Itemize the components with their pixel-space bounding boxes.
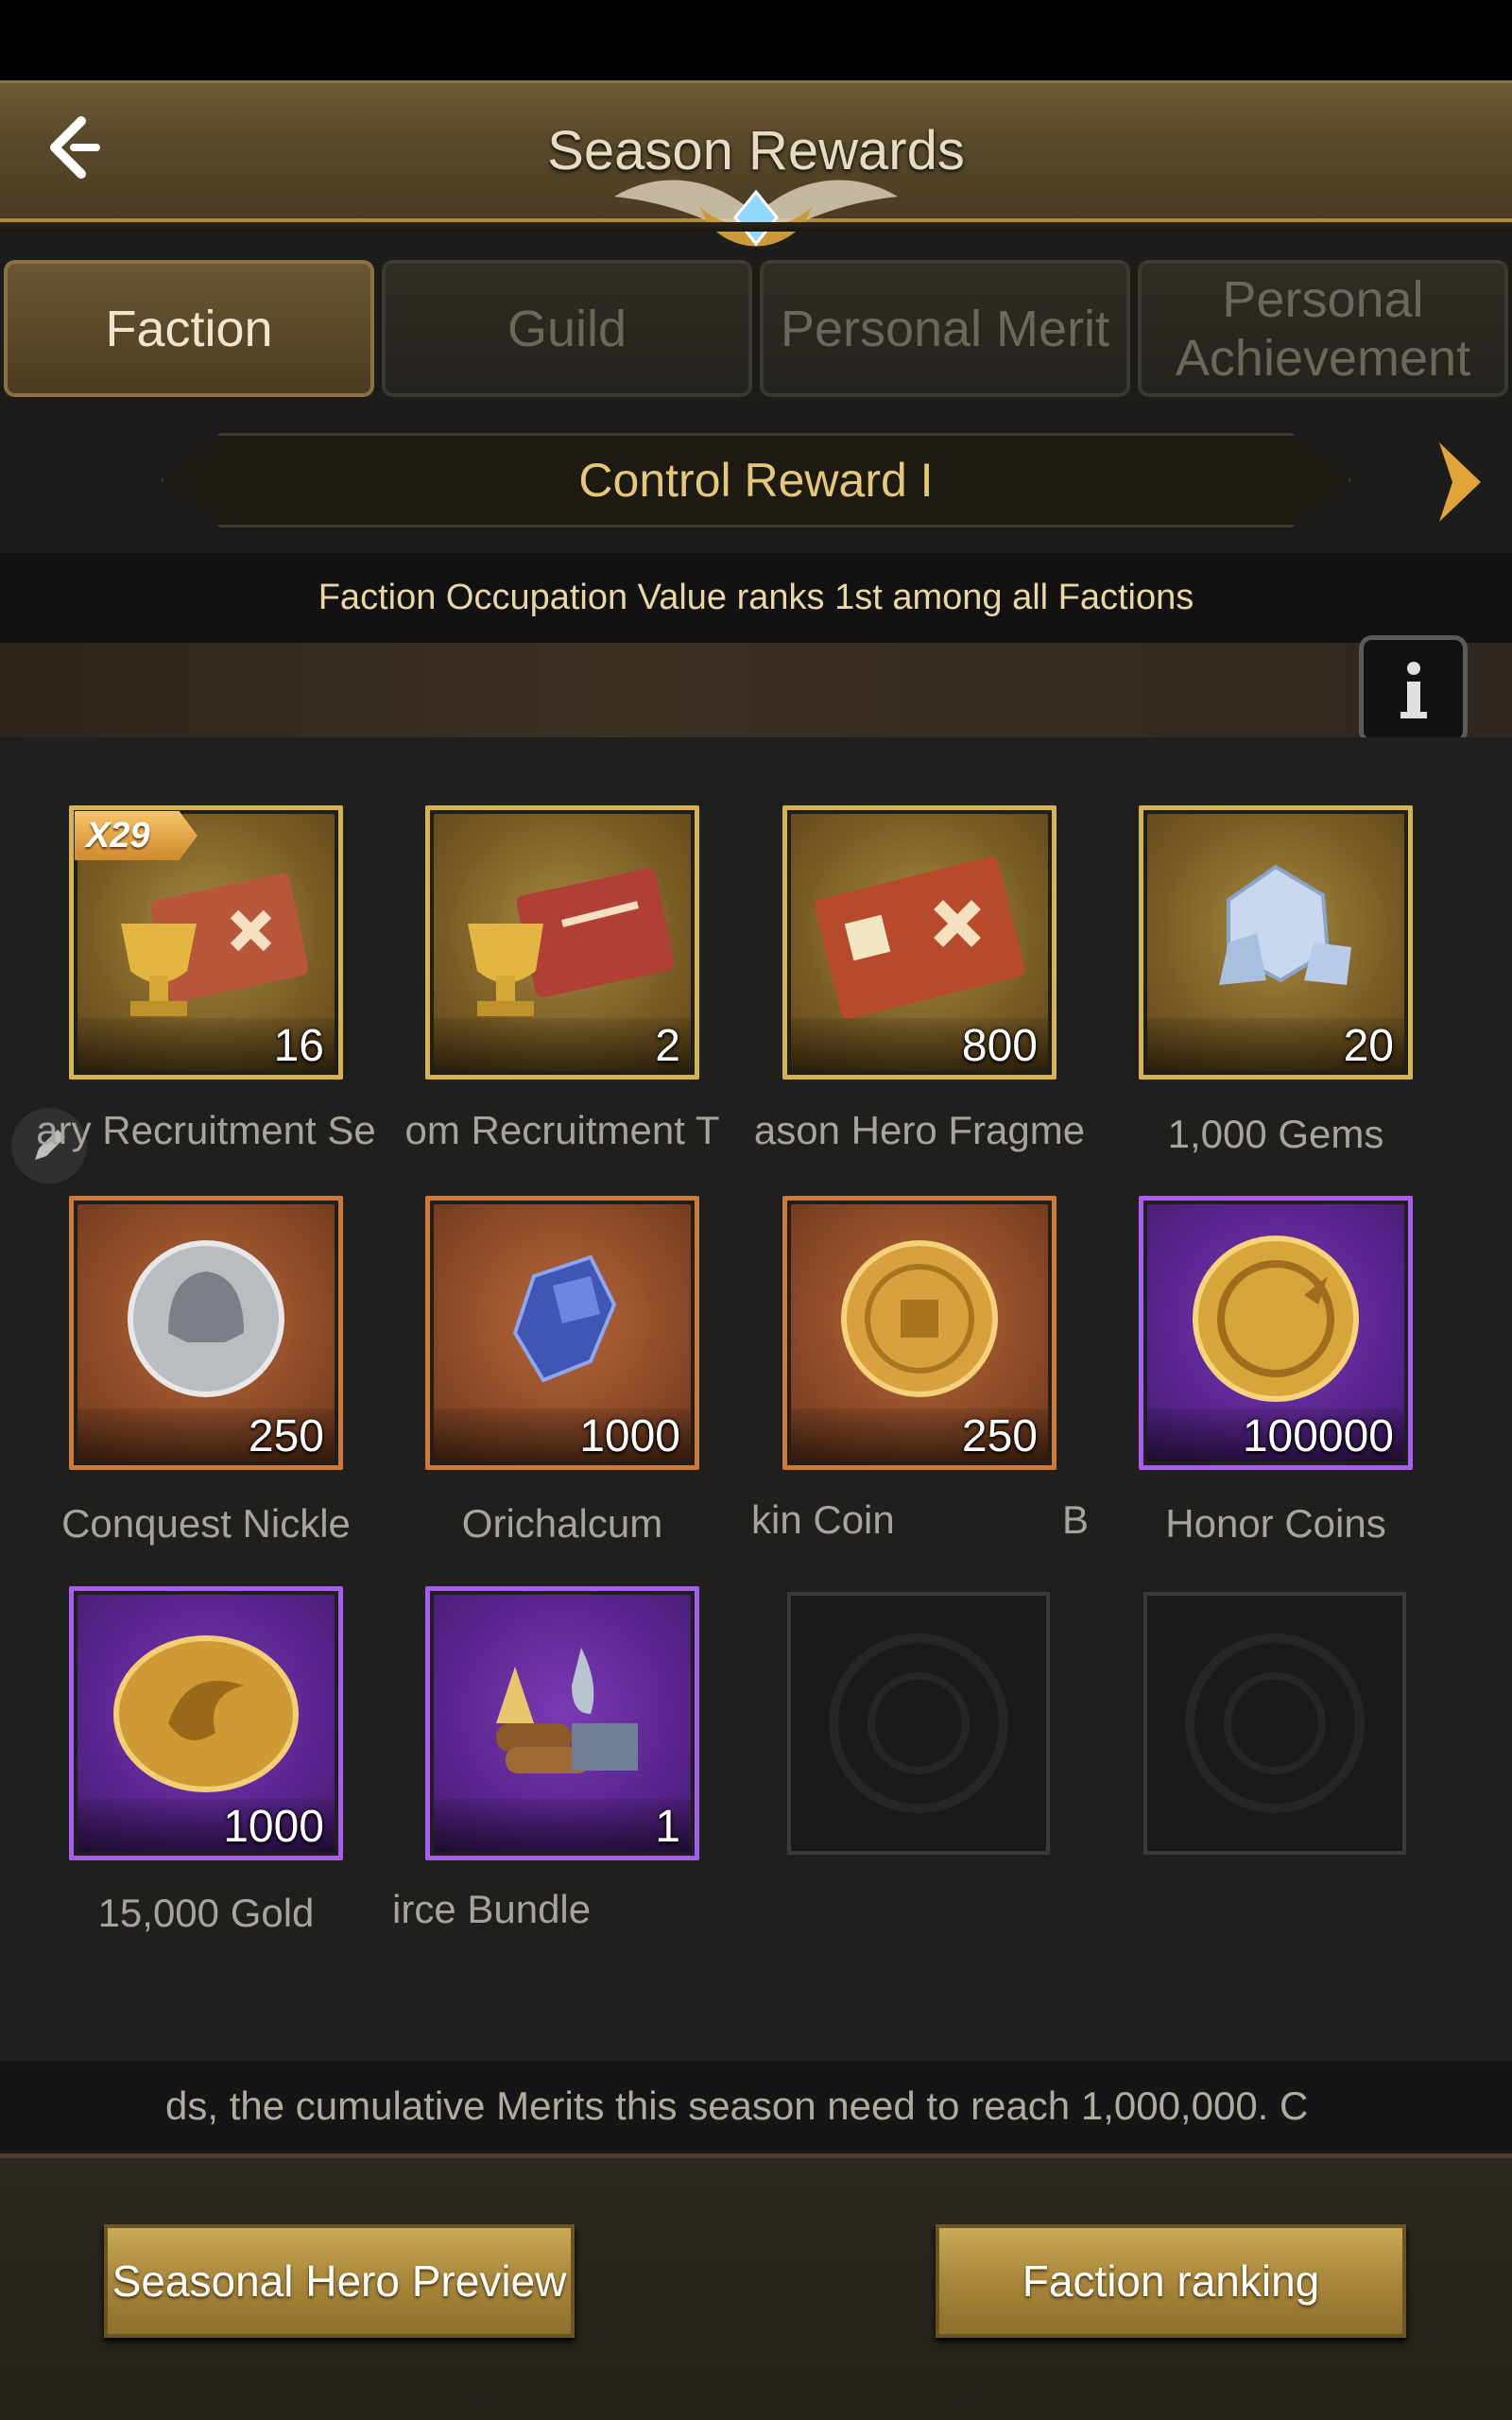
reward-level-label: Control Reward I bbox=[578, 454, 934, 507]
reward-card[interactable]: 20 bbox=[1139, 805, 1413, 1080]
reward-count: 800 bbox=[961, 1021, 1038, 1071]
reward-count: 20 bbox=[1343, 1021, 1394, 1071]
seasonal-hero-preview-button[interactable]: Seasonal Hero Preview bbox=[104, 2224, 575, 2338]
reward-count: 1 bbox=[655, 1802, 680, 1852]
reward-tabs: Faction Guild Personal Merit Personal Ac… bbox=[4, 260, 1512, 402]
reward-label: Conquest Nickle bbox=[61, 1501, 351, 1546]
reward-label: ason Hero Fragme bbox=[753, 1108, 1086, 1152]
tab-personal-achievement[interactable]: Personal Achievement bbox=[1138, 260, 1508, 397]
reward-count: 1000 bbox=[223, 1802, 324, 1852]
reward-card[interactable]: 250 bbox=[69, 1196, 343, 1470]
reward-label: Honor Coins bbox=[1165, 1501, 1386, 1546]
reward-card[interactable]: 1 bbox=[425, 1586, 699, 1860]
reward-label: om Recruitment T bbox=[404, 1108, 720, 1152]
reward-count: 250 bbox=[961, 1411, 1038, 1461]
reward-card[interactable]: X29 16 bbox=[69, 805, 343, 1080]
info-button[interactable] bbox=[1359, 635, 1468, 744]
reward-card[interactable]: 250 bbox=[782, 1196, 1057, 1470]
tab-guild[interactable]: Guild bbox=[382, 260, 752, 397]
reward-count: 1000 bbox=[579, 1411, 680, 1461]
tab-personal-merit[interactable]: Personal Merit bbox=[760, 260, 1130, 397]
faction-ranking-button[interactable]: Faction ranking bbox=[936, 2224, 1406, 2338]
reward-count: 100000 bbox=[1242, 1411, 1394, 1461]
reward-label: Orichalcum bbox=[461, 1501, 663, 1546]
reward-label: 1,000 Gems bbox=[1167, 1112, 1384, 1156]
reward-card[interactable]: 1000 bbox=[425, 1196, 699, 1470]
reward-label: 15,000 Gold bbox=[97, 1891, 315, 1935]
footer: Seasonal Hero Preview Faction ranking bbox=[0, 2153, 1512, 2420]
reward-label: irce Bundle bbox=[392, 1887, 592, 1931]
reward-card[interactable]: 800 bbox=[782, 805, 1057, 1080]
tab-faction[interactable]: Faction bbox=[4, 260, 374, 397]
decorative-strip bbox=[0, 643, 1512, 737]
reward-count: 2 bbox=[655, 1021, 680, 1071]
reward-card[interactable]: 2 bbox=[425, 805, 699, 1080]
empty-slot-emblem-icon bbox=[1185, 1634, 1365, 1813]
winged-crest-icon bbox=[614, 180, 898, 247]
empty-reward-slot bbox=[787, 1592, 1050, 1855]
empty-slot-emblem-icon bbox=[829, 1634, 1008, 1813]
reward-count: 16 bbox=[273, 1021, 324, 1071]
reward-card[interactable]: 1000 bbox=[69, 1586, 343, 1860]
reward-condition-text: Faction Occupation Value ranks 1st among… bbox=[0, 553, 1512, 643]
status-bar-area bbox=[0, 0, 1512, 80]
title-bar: Season Rewards bbox=[0, 80, 1512, 247]
chevron-right-icon[interactable] bbox=[1432, 435, 1488, 529]
reward-card[interactable]: 100000 bbox=[1139, 1196, 1413, 1470]
reward-level-selector: Control Reward I bbox=[0, 416, 1512, 539]
reward-count: 250 bbox=[248, 1411, 324, 1461]
empty-reward-slot bbox=[1143, 1592, 1406, 1855]
reward-label-tail: B bbox=[1061, 1497, 1089, 1542]
scrolling-note: ds, the cumulative Merits this season ne… bbox=[165, 2083, 1309, 2128]
reward-label: kin Coin bbox=[751, 1497, 895, 1542]
quantity-badge: X29 bbox=[75, 811, 198, 860]
info-icon bbox=[1400, 661, 1427, 718]
reward-label: ary Recruitment Se bbox=[36, 1108, 376, 1152]
